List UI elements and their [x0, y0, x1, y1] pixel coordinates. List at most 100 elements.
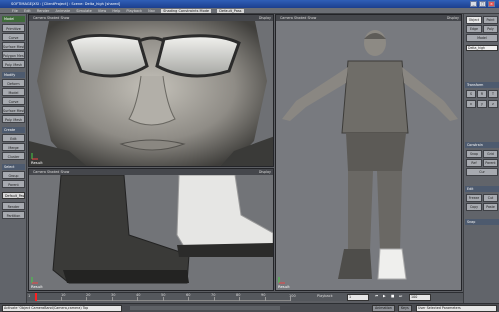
create-section[interactable]: Create	[2, 127, 25, 133]
viewport-result-label: Result	[31, 284, 43, 289]
modify-poly-button[interactable]: Poly. Mesh	[2, 115, 25, 123]
command-line[interactable]: Activate 'Object CameraBand(Camera,camer…	[2, 305, 122, 312]
select-section[interactable]: Select	[2, 164, 25, 170]
cur-button[interactable]: Cur	[466, 168, 498, 176]
window-title-bar: SOFTIMAGE|XSI : [ClientProject] : Scene:…	[0, 0, 499, 8]
translate-button[interactable]: T	[488, 90, 498, 98]
surface-mesh-button[interactable]: Surface Mesh	[2, 42, 25, 50]
object-name-field[interactable]: Delta_high	[466, 45, 498, 51]
edit-button[interactable]: Edit	[2, 134, 25, 142]
play-icon[interactable]: ▶	[383, 294, 386, 298]
boots-render	[29, 175, 273, 290]
soldier-render	[276, 21, 461, 290]
pass-dropdown[interactable]: Default_Pass	[217, 9, 244, 13]
curve-button[interactable]: Curve	[2, 33, 25, 41]
window-title: SOFTIMAGE|XSI : [ClientProject] : Scene:…	[11, 2, 121, 6]
snap-section[interactable]: Snap	[465, 219, 499, 225]
timeline-tick	[264, 297, 266, 301]
menu-playback[interactable]: Playback	[126, 9, 142, 13]
right-toolbar: Object Point Edge Poly Model Delta_high …	[463, 14, 499, 304]
rewind-icon[interactable]: ⏮	[375, 294, 378, 298]
partition-button[interactable]: Partition	[2, 211, 25, 219]
cut-button[interactable]: Cut	[483, 194, 498, 202]
shading-mode-dropdown[interactable]: Shading Constraints Mode	[161, 9, 212, 13]
menu-animate[interactable]: Animate	[55, 9, 70, 13]
timeline-tick	[213, 297, 215, 301]
timeline-cursor[interactable]	[35, 293, 37, 301]
parent-constrain-button[interactable]: Parent	[483, 159, 498, 167]
paste-button[interactable]: Paste	[483, 203, 498, 211]
menu-nav[interactable]: Nav	[148, 9, 155, 13]
animation-button[interactable]: Animation	[372, 305, 395, 312]
left-mode-title[interactable]: Model	[2, 16, 25, 22]
copy-button[interactable]: Copy	[466, 203, 482, 211]
polygon-mesh-button[interactable]: Polygon Mesh	[2, 51, 25, 59]
timeline-tick	[162, 297, 164, 301]
group-button[interactable]: Group	[2, 171, 25, 179]
message-area	[130, 306, 280, 310]
transform-section[interactable]: Transform	[465, 82, 499, 88]
timeline-tick	[239, 297, 240, 301]
menu-edit[interactable]: Edit	[24, 9, 31, 13]
axis-y-button[interactable]: y	[477, 100, 487, 108]
edge-select-button[interactable]: Edge	[466, 25, 482, 33]
axis-z-button[interactable]: z	[488, 100, 498, 108]
timeline-tick	[188, 297, 189, 301]
rotate-button[interactable]: R	[477, 90, 487, 98]
edit-section[interactable]: Edit	[465, 186, 499, 192]
maximize-button[interactable]: □	[479, 1, 486, 7]
timeline-start: 1	[28, 294, 31, 298]
deform-button[interactable]: Deform	[2, 79, 25, 87]
primitive-button[interactable]: Primitive	[2, 24, 25, 32]
menu-file[interactable]: File	[12, 9, 18, 13]
render-button[interactable]: Render	[2, 202, 25, 210]
stop-icon[interactable]: ■	[391, 294, 394, 298]
modify-section[interactable]: Modify	[2, 72, 25, 78]
axis-gizmo-icon	[278, 277, 285, 284]
poly-mesh-button[interactable]: Poly. Mesh	[2, 60, 25, 68]
object-select-button[interactable]: Object	[466, 16, 482, 24]
menu-view[interactable]: View	[98, 9, 106, 13]
minimize-button[interactable]: _	[470, 1, 477, 7]
modify-curve-button[interactable]: Curve	[2, 97, 25, 105]
viewport-result-label: Result	[31, 160, 43, 165]
timeline-end: 100	[289, 294, 296, 298]
model-button[interactable]: Model	[2, 88, 25, 96]
viewport-result-label: Result	[278, 284, 290, 289]
axis-x-button[interactable]: x	[466, 100, 476, 108]
menu-help[interactable]: Help	[112, 9, 120, 13]
viewport-top-right[interactable]: Camera Shaded ShowDisplay Selected Total…	[275, 14, 462, 291]
forward-icon[interactable]: ⏭	[399, 294, 402, 298]
timeline-tick	[111, 297, 113, 301]
timeline[interactable]: 1 10 20 30 40 50 60 70 80 90 100 Playbac…	[27, 292, 463, 301]
left-toolbar: Model Primitive Curve Surface Mesh Polyg…	[0, 14, 27, 304]
modify-surface-button[interactable]: Surface Mesh	[2, 106, 25, 114]
cluster-button[interactable]: Cluster	[2, 152, 25, 160]
grid-button[interactable]: Grid	[483, 150, 498, 158]
close-button[interactable]: ×	[488, 1, 495, 7]
poly-select-button[interactable]: Poly	[483, 25, 498, 33]
pass-select[interactable]: Default_Pass	[2, 192, 25, 199]
playback-label: Playback	[317, 294, 333, 298]
timeline-tick	[60, 297, 62, 301]
axis-gizmo-icon	[31, 277, 38, 284]
end-frame-field[interactable]: 100	[409, 294, 431, 301]
merge-button[interactable]: Merge	[2, 143, 25, 151]
ref-button[interactable]: Ref	[466, 159, 482, 167]
keys-button[interactable]: Keys	[398, 305, 412, 312]
menu-render[interactable]: Render	[37, 9, 49, 13]
parent-button[interactable]: Parent	[2, 180, 25, 188]
timeline-tick	[137, 297, 138, 301]
freeze-button[interactable]: Freeze	[466, 194, 482, 202]
viewport-bottom-left[interactable]: Camera Shaded Show Display Result	[28, 168, 274, 291]
viewport-top-left[interactable]: Camera Shaded Show Display Result	[28, 14, 274, 167]
key-parameters-field[interactable]: User Selected Parameters	[416, 305, 497, 312]
point-select-button[interactable]: Point	[483, 16, 498, 24]
menu-simulate[interactable]: Simulate	[76, 9, 91, 13]
constrain-section[interactable]: Constrain	[465, 142, 499, 148]
snap-button[interactable]: Snap	[466, 150, 482, 158]
timeline-tick	[86, 297, 87, 301]
scale-button[interactable]: S	[466, 90, 476, 98]
model-select-button[interactable]: Model	[466, 34, 498, 42]
current-frame-field[interactable]: 1	[347, 294, 369, 301]
